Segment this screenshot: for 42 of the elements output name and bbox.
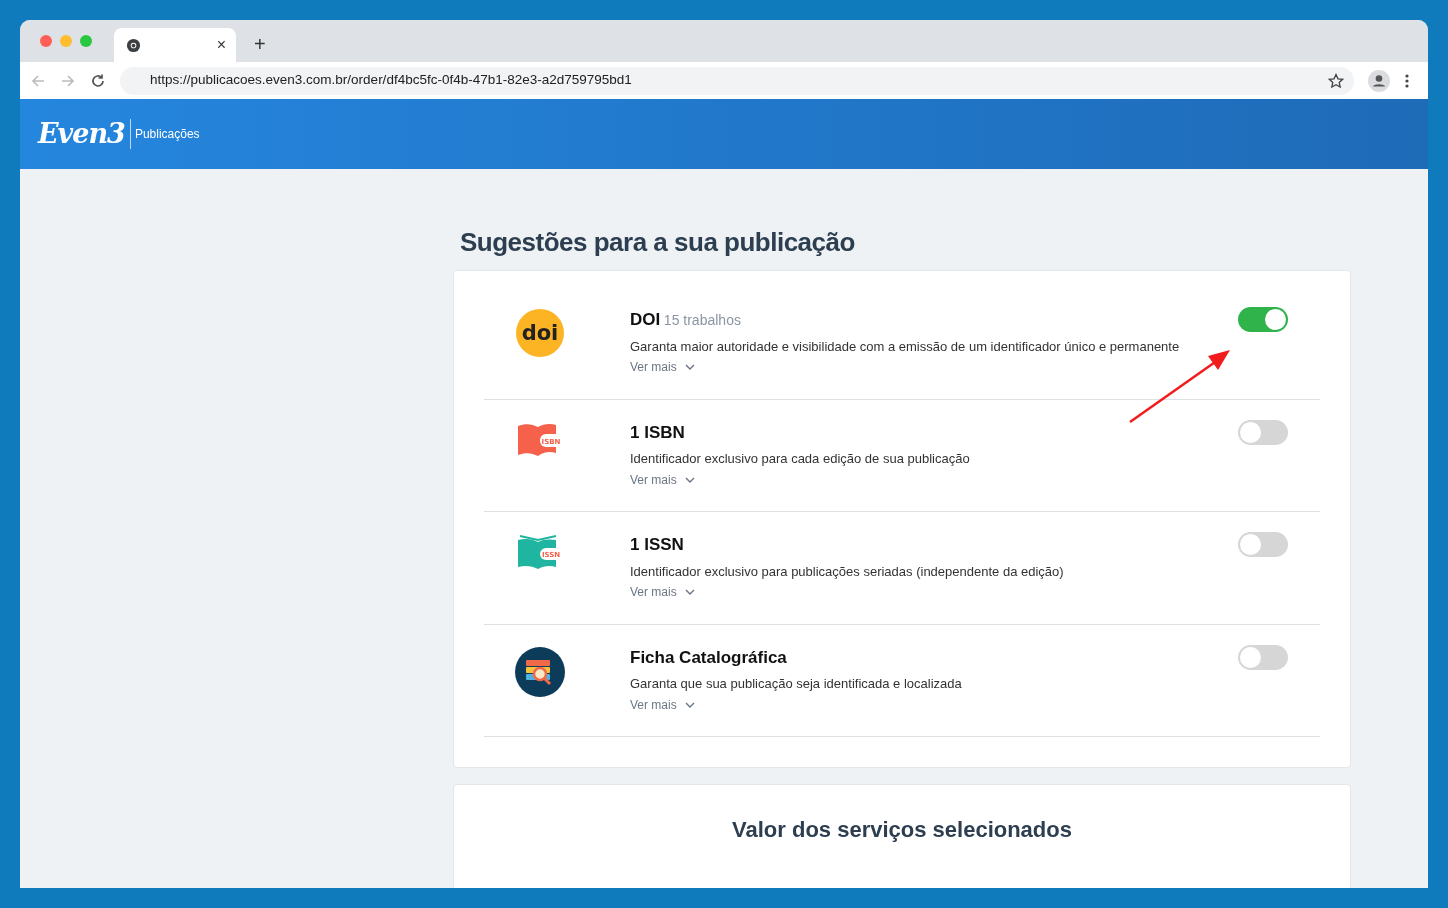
chevron-down-icon: [684, 476, 695, 483]
see-more-link[interactable]: Ver mais: [630, 470, 695, 489]
page-title: Sugestões para a sua publicação: [460, 227, 856, 259]
doi-icon: doi: [516, 309, 564, 358]
forward-icon[interactable]: [60, 72, 76, 89]
window-control-button[interactable]: [40, 35, 52, 47]
service-description: Garanta maior autoridade e visibilidade com a emissão de um identificador único e permanente: [630, 337, 1181, 356]
browser-logo-icon: [126, 37, 141, 53]
window-control-button[interactable]: [60, 35, 72, 47]
service-description: Identificador exclusivo para cada edição de sua publicação: [630, 450, 971, 469]
chevron-down-icon: [684, 589, 695, 596]
see-more-link[interactable]: Ver mais: [630, 583, 695, 602]
logo-text[interactable]: Even3: [38, 119, 131, 149]
star-icon[interactable]: [1328, 72, 1344, 89]
address-bar[interactable]: https://publicacoes.even3.com.br/order/df4bc5fc-0f4b-47b1-82e3-a2d759795bd1: [120, 66, 1354, 95]
browser-tab[interactable]: ×: [114, 28, 236, 62]
service-name: 1 ISSN: [630, 535, 684, 555]
url-text: https://publicacoes.even3.com.br/order/df4bc5fc-0f4b-47b1-82e3-a2d759795bd1: [150, 71, 632, 90]
close-tab-button[interactable]: ×: [216, 33, 226, 57]
menu-icon[interactable]: [1404, 72, 1410, 89]
books-magnifier-icon: [515, 646, 565, 697]
service-count: 15 trabalhos: [663, 312, 741, 329]
section-title: Publicações: [133, 126, 200, 143]
service-name: Ficha Catalográfica: [630, 647, 787, 667]
back-icon[interactable]: [30, 72, 46, 89]
chevron-down-icon: [684, 364, 695, 371]
service-description: Garanta que sua publicação seja identificada e localizada: [630, 675, 963, 694]
service-description: Identificador exclusivo para publicações seriadas (independente da edição): [630, 562, 1065, 581]
toggle-switch[interactable]: [1238, 532, 1288, 558]
window-control-button[interactable]: [80, 35, 92, 47]
see-more-link[interactable]: Ver mais: [630, 358, 695, 377]
reload-icon[interactable]: [90, 72, 106, 89]
service-name: 1 ISBN: [630, 422, 685, 442]
profile-icon[interactable]: [1368, 69, 1390, 92]
service-name: DOI: [630, 310, 661, 330]
summary-title: Valor dos serviços selecionados: [731, 816, 1073, 845]
toggle-switch[interactable]: [1238, 644, 1288, 670]
new-tab-button[interactable]: +: [248, 28, 272, 60]
see-more-link[interactable]: Ver mais: [630, 695, 695, 714]
toggle-switch[interactable]: [1238, 307, 1288, 333]
toggle-switch[interactable]: [1238, 419, 1288, 445]
chevron-down-icon: [684, 701, 695, 708]
